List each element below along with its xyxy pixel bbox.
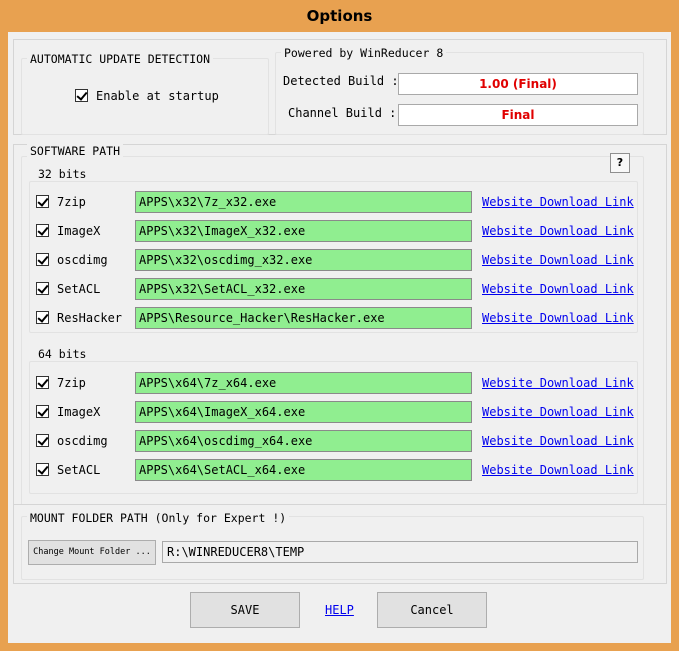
tool-path-field[interactable]: APPS\x64\SetACL_x64.exe — [135, 459, 472, 481]
tool-name-label: 7zip — [57, 376, 86, 390]
window-title: Options — [306, 7, 373, 25]
channel-build-label: Channel Build : — [288, 106, 397, 120]
tool-checkbox[interactable] — [36, 434, 49, 447]
tool-name-label: 7zip — [57, 195, 86, 209]
website-download-link[interactable]: Website Download Link — [482, 376, 634, 390]
cancel-button[interactable]: Cancel — [377, 592, 487, 628]
detected-build-value: 1.00 (Final) — [398, 73, 638, 95]
powered-by-title: Powered by WinReducer 8 — [281, 46, 447, 60]
website-download-link[interactable]: Website Download Link — [482, 311, 634, 325]
tool-path-field[interactable]: APPS\Resource_Hacker\ResHacker.exe — [135, 307, 472, 329]
tool-checkbox[interactable] — [36, 311, 49, 324]
tool-path-field[interactable]: APPS\x64\oscdimg_x64.exe — [135, 430, 472, 452]
website-download-link[interactable]: Website Download Link — [482, 253, 634, 267]
channel-build-value: Final — [398, 104, 638, 126]
tool-path-field[interactable]: APPS\x32\SetACL_x32.exe — [135, 278, 472, 300]
software-path-help-button[interactable]: ? — [610, 153, 630, 173]
tool-name-label: SetACL — [57, 463, 101, 477]
tool-checkbox[interactable] — [36, 282, 49, 295]
enable-at-startup-checkbox[interactable] — [75, 89, 88, 102]
software-path-title: SOFTWARE PATH — [27, 144, 124, 158]
tool-checkbox[interactable] — [36, 405, 49, 418]
enable-at-startup-label: Enable at startup — [96, 89, 219, 103]
auto-update-group-title: AUTOMATIC UPDATE DETECTION — [27, 52, 214, 66]
tool-checkbox[interactable] — [36, 463, 49, 476]
website-download-link[interactable]: Website Download Link — [482, 463, 634, 477]
tool-path-field[interactable]: APPS\x32\ImageX_x32.exe — [135, 220, 472, 242]
tool-path-field[interactable]: APPS\x64\ImageX_x64.exe — [135, 401, 472, 423]
website-download-link[interactable]: Website Download Link — [482, 282, 634, 296]
tool-name-label: ResHacker — [57, 311, 123, 325]
options-window: Options AUTOMATIC UPDATE DETECTION Enabl… — [0, 0, 679, 651]
tool-checkbox[interactable] — [36, 224, 49, 237]
tool-name-label: oscdimg — [57, 253, 108, 267]
website-download-link[interactable]: Website Download Link — [482, 405, 634, 419]
tool-name-label: SetACL — [57, 282, 101, 296]
website-download-link[interactable]: Website Download Link — [482, 195, 634, 209]
tool-checkbox[interactable] — [36, 253, 49, 266]
tool-path-field[interactable]: APPS\x32\oscdimg_x32.exe — [135, 249, 472, 271]
mount-folder-title: MOUNT FOLDER PATH (Only for Expert !) — [27, 511, 290, 525]
tool-checkbox[interactable] — [36, 195, 49, 208]
help-link[interactable]: HELP — [325, 603, 354, 617]
detected-build-label: Detected Build : — [283, 74, 399, 88]
tool-path-field[interactable]: APPS\x64\7z_x64.exe — [135, 372, 472, 394]
tool-name-label: oscdimg — [57, 434, 108, 448]
bits64-title: 64 bits — [35, 347, 90, 361]
tool-checkbox[interactable] — [36, 376, 49, 389]
tool-name-label: ImageX — [57, 405, 101, 419]
website-download-link[interactable]: Website Download Link — [482, 224, 634, 238]
website-download-link[interactable]: Website Download Link — [482, 434, 634, 448]
save-button[interactable]: SAVE — [190, 592, 300, 628]
change-mount-folder-button[interactable]: Change Mount Folder ... — [28, 540, 156, 565]
tool-name-label: ImageX — [57, 224, 101, 238]
tool-path-field[interactable]: APPS\x32\7z_x32.exe — [135, 191, 472, 213]
mount-folder-path: R:\WINREDUCER8\TEMP — [162, 541, 638, 563]
bits32-title: 32 bits — [35, 167, 90, 181]
options-client-area: AUTOMATIC UPDATE DETECTION Enable at sta… — [8, 32, 671, 643]
